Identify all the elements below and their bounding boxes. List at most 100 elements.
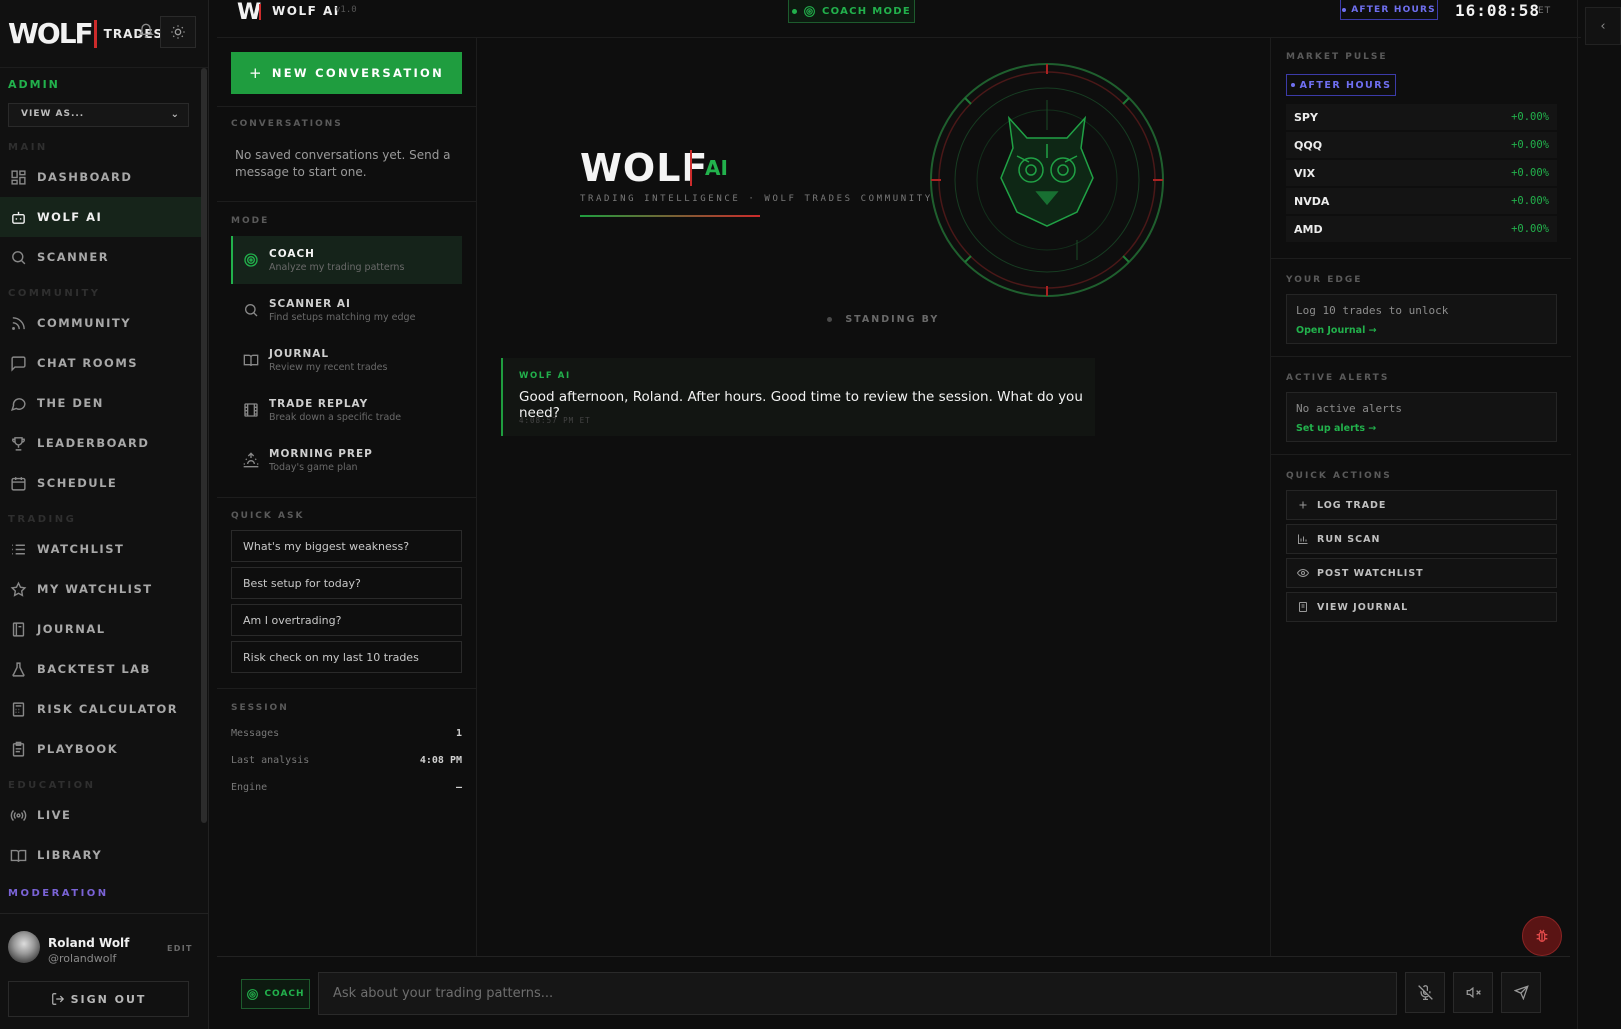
quick-ask-button[interactable]: Risk check on my last 10 trades xyxy=(231,641,462,673)
film-icon xyxy=(244,403,258,417)
quick-ask-button[interactable]: Am I overtrading? xyxy=(231,604,462,636)
post-watchlist-button[interactable]: POST WATCHLIST xyxy=(1286,558,1557,588)
admin-label: ADMIN xyxy=(8,78,60,91)
ticker-row[interactable]: QQQ +0.00% xyxy=(1286,132,1557,158)
ticker-row[interactable]: VIX +0.00% xyxy=(1286,160,1557,186)
avatar[interactable] xyxy=(8,931,40,963)
chat-input[interactable] xyxy=(318,972,1397,1015)
hero-ai-label: AI xyxy=(705,156,728,180)
mode-journal[interactable]: JOURNAL Review my recent trades xyxy=(231,336,462,384)
view-journal-button[interactable]: VIEW JOURNAL xyxy=(1286,592,1557,622)
theme-toggle-button[interactable] xyxy=(160,16,196,48)
open-journal-link[interactable]: Open Journal → xyxy=(1296,325,1377,336)
edit-profile-button[interactable]: EDIT xyxy=(167,944,193,953)
set-up-alerts-link[interactable]: Set up alerts → xyxy=(1296,423,1376,434)
sidebar-item-chat-rooms[interactable]: CHAT ROOMS xyxy=(0,343,201,383)
sidebar-item-label: LIBRARY xyxy=(37,848,103,862)
sidebar-item-schedule[interactable]: SCHEDULE xyxy=(0,463,201,503)
topbar-logo: W xyxy=(237,0,262,25)
mute-button[interactable] xyxy=(1453,972,1493,1013)
empty-conversations-text: No saved conversations yet. Send a messa… xyxy=(235,148,451,179)
sidebar-item-scanner[interactable]: SCANNER xyxy=(0,237,201,277)
chat-icon xyxy=(11,355,26,372)
divider xyxy=(217,201,476,202)
sidebar-item-library[interactable]: LIBRARY xyxy=(0,835,201,875)
top-bar: W WOLF AI v1.0 COACH MODE AFTER HOURS 16… xyxy=(217,0,1581,38)
collapse-panel-button[interactable]: ‹ xyxy=(1585,7,1621,45)
section-education: EDUCATION xyxy=(8,780,96,791)
sidebar-item-journal[interactable]: JOURNAL xyxy=(0,609,201,649)
new-conversation-button[interactable]: + NEW CONVERSATION xyxy=(231,52,462,94)
hero-underline xyxy=(580,215,760,217)
brand: WOLF TRADES xyxy=(0,0,208,68)
rss-icon xyxy=(12,316,25,330)
sidebar-item-watchlist[interactable]: WATCHLIST xyxy=(0,529,201,569)
quick-ask-button[interactable]: What's my biggest weakness? xyxy=(231,530,462,562)
sidebar-item-wolf-ai[interactable]: WOLF AI xyxy=(0,197,201,237)
mode-coach[interactable]: COACH Analyze my trading patterns xyxy=(231,236,462,284)
market-pulse-label: MARKET PULSE xyxy=(1286,52,1388,62)
message-timestamp: 4:08:57 PM ET xyxy=(519,416,591,425)
mode-title: SCANNER AI xyxy=(269,297,351,310)
mode-description: Break down a specific trade xyxy=(269,411,402,423)
wolf-logo[interactable]: WOLF xyxy=(8,19,94,48)
mode-chip[interactable]: COACH xyxy=(241,979,310,1009)
section-main: MAIN xyxy=(8,142,48,153)
message-circle-icon xyxy=(11,397,26,411)
active-alerts-text: No active alerts xyxy=(1296,402,1402,415)
chat-input-bar: COACH xyxy=(217,956,1570,1029)
view-as-select[interactable]: VIEW AS... ⌄ xyxy=(8,103,189,127)
sunrise-icon xyxy=(243,452,259,468)
run-scan-button[interactable]: RUN SCAN xyxy=(1286,524,1557,554)
status-dot-icon xyxy=(1342,7,1347,12)
divider xyxy=(1271,454,1571,455)
session-key: Messages xyxy=(231,728,280,739)
log-trade-button[interactable]: LOG TRADE xyxy=(1286,490,1557,520)
your-edge-card: Log 10 trades to unlock Open Journal → xyxy=(1286,294,1557,344)
sidebar-item-the-den[interactable]: THE DEN xyxy=(0,383,201,423)
send-button[interactable] xyxy=(1501,972,1541,1013)
send-icon xyxy=(1513,985,1529,1000)
brand-name: TRADES xyxy=(103,26,164,41)
sidebar-item-risk-calculator[interactable]: RISK CALCULATOR xyxy=(0,689,201,729)
quick-action-label: POST WATCHLIST xyxy=(1317,567,1424,579)
market-status-badge: AFTER HOURS xyxy=(1340,0,1438,20)
section-trading: TRADING xyxy=(8,514,77,525)
report-bug-button[interactable] xyxy=(1522,916,1562,956)
sidebar-item-dashboard[interactable]: DASHBOARD xyxy=(0,157,201,197)
bar-chart-icon xyxy=(1298,534,1308,544)
sidebar-item-label: DASHBOARD xyxy=(37,170,133,184)
session-key: Engine xyxy=(231,782,268,793)
mode-label: MODE xyxy=(231,216,270,226)
mic-off-button[interactable] xyxy=(1405,972,1445,1013)
sidebar-item-leaderboard[interactable]: LEADERBOARD xyxy=(0,423,201,463)
volume-mute-icon xyxy=(1466,986,1481,999)
bell-icon[interactable] xyxy=(138,23,154,39)
sidebar-item-backtest-lab[interactable]: BACKTEST LAB xyxy=(0,649,201,689)
ticker-symbol: SPY xyxy=(1294,110,1318,124)
sidebar-item-playbook[interactable]: PLAYBOOK xyxy=(0,729,201,769)
mode-scanner-ai[interactable]: SCANNER AI Find setups matching my edge xyxy=(231,286,462,334)
ticker-row[interactable]: AMD +0.00% xyxy=(1286,216,1557,242)
journal-icon xyxy=(1299,602,1307,612)
calculator-icon xyxy=(12,701,25,717)
ticker-row[interactable]: SPY +0.00% xyxy=(1286,104,1557,130)
market-status-badge: AFTER HOURS xyxy=(1286,74,1396,96)
mode-trade-replay[interactable]: TRADE REPLAY Break down a specific trade xyxy=(231,386,462,434)
book-open-icon xyxy=(243,354,259,367)
sign-out-button[interactable]: SIGN OUT xyxy=(8,981,189,1017)
sidebar-item-my-watchlist[interactable]: MY WATCHLIST xyxy=(0,569,201,609)
divider xyxy=(1271,258,1571,259)
user-handle: @rolandwolf xyxy=(48,952,117,965)
topbar-title: WOLF AI xyxy=(272,4,340,18)
sidebar-item-label: SCANNER xyxy=(37,250,110,264)
star-icon xyxy=(10,580,27,597)
sidebar-item-live[interactable]: LIVE xyxy=(0,795,201,835)
session-row: Engine — xyxy=(231,782,462,793)
quick-ask-button[interactable]: Best setup for today? xyxy=(231,567,462,599)
ticker-row[interactable]: NVDA +0.00% xyxy=(1286,188,1557,214)
mode-description: Analyze my trading patterns xyxy=(269,261,405,273)
sidebar-item-community[interactable]: COMMUNITY xyxy=(0,303,201,343)
sidebar-scrollbar[interactable] xyxy=(201,68,207,823)
mode-morning-prep[interactable]: MORNING PREP Today's game plan xyxy=(231,436,462,484)
